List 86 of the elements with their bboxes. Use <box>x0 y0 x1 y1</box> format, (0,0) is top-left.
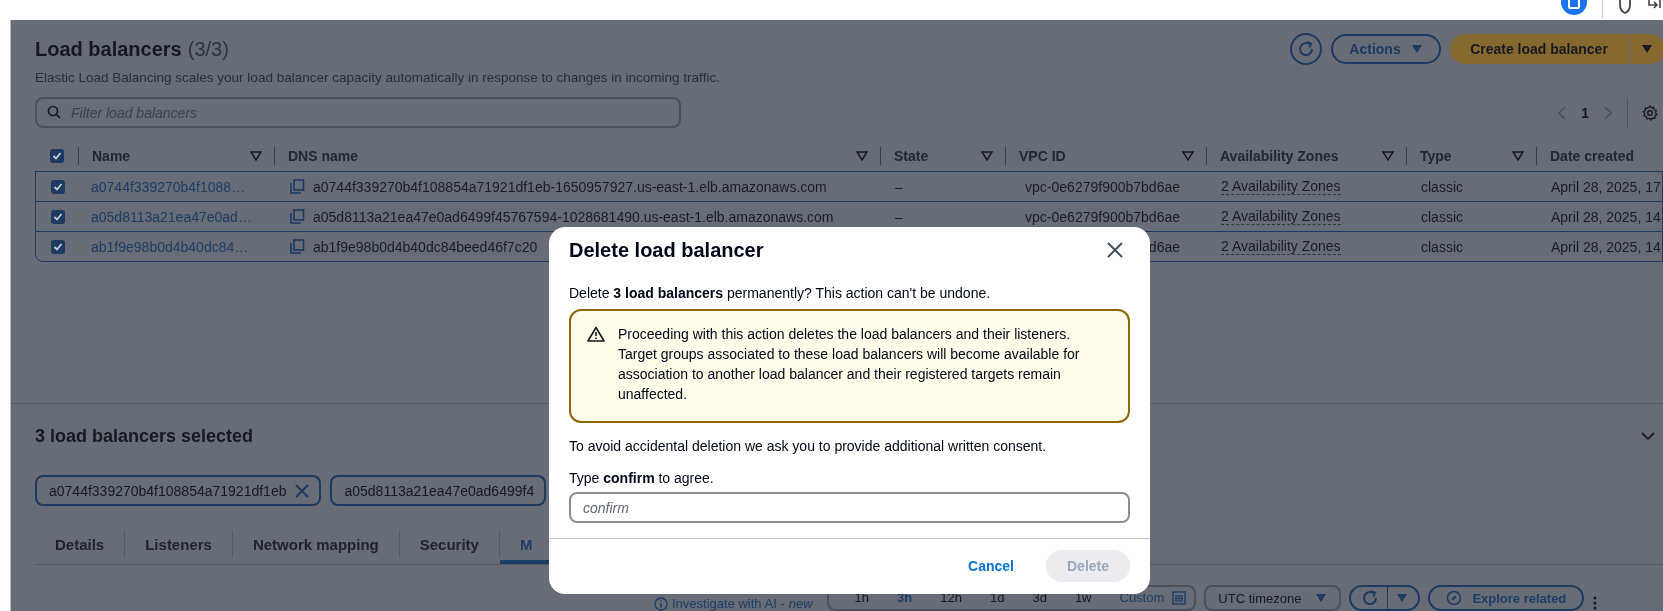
token-label: a05d8113a21ea47e0ad6499f4 <box>344 482 535 499</box>
caret-icon <box>1641 44 1653 54</box>
table-cell: – <box>895 208 903 225</box>
page-title: Load balancers <box>35 37 182 61</box>
load-balancer-link[interactable]: a0744f339270b4f1088… <box>91 178 246 195</box>
chevron-down-icon[interactable] <box>1640 431 1656 441</box>
calendar-icon <box>1172 591 1187 605</box>
consent-text: To avoid accidental deletion we ask you to provide additional written consent. <box>569 437 1048 456</box>
token-label: a0744f339270b4f108854a71921df1eb <box>49 482 287 499</box>
page-description: Elastic Load Balancing scales your load balancer capacity automatically in response to changes in incoming traffic. <box>35 69 721 87</box>
zones-link[interactable]: 2 Availability Zones <box>1221 208 1341 225</box>
zones-link[interactable]: 2 Availability Zones <box>1221 178 1341 195</box>
load-balancer-link[interactable]: a05d8113a21ea47e0ad… <box>91 208 252 225</box>
row-checkbox[interactable] <box>50 209 65 224</box>
table-cell: d6ae <box>1148 238 1180 255</box>
tab[interactable]: Network mapping <box>232 524 399 564</box>
confirm-prompt: Type confirm to agree. <box>569 469 715 488</box>
tab[interactable]: Listeners <box>125 524 232 564</box>
extension-icon[interactable] <box>1560 0 1588 16</box>
table-cell: classic <box>1421 178 1463 195</box>
time-range-option[interactable]: 1w <box>1060 591 1106 605</box>
investigate-link[interactable]: Investigate with AI - new <box>654 597 813 611</box>
sort-icon[interactable] <box>856 151 868 161</box>
item-count: (3/3) <box>187 37 229 61</box>
table-cell: a05d8113a21ea47e0ad6499f45767594-1028681490.us-east-1.elb.amazonaws.com <box>313 208 834 225</box>
sort-icon[interactable] <box>981 151 993 161</box>
page-number[interactable]: 1 <box>1581 104 1589 121</box>
column-header[interactable]: Availability Zones <box>1220 148 1339 164</box>
copy-icon[interactable] <box>289 178 305 195</box>
table-cell: vpc-0e6279f900b7bd6ae <box>1025 178 1180 195</box>
sort-icon[interactable] <box>1382 151 1394 161</box>
cancel-button[interactable]: Cancel <box>962 557 1020 575</box>
table-cell: April 28, 2025, 17 <box>1551 178 1661 195</box>
row-checkbox[interactable] <box>50 179 65 194</box>
caret-icon <box>1396 593 1409 603</box>
table-row[interactable]: a0744f339270b4f1088… a0744f339270b4f108854a71921df1eb-1650957927.us-east-1.elb.amazonaws.com – vpc-0e6279f900b7bd6ae 2 Availability Zones classic April 28, 2025, 17 <box>35 171 1663 202</box>
refresh-icon <box>1297 40 1315 58</box>
refresh-icon <box>1361 589 1380 607</box>
table-cell: classic <box>1421 208 1463 225</box>
table-cell: April 28, 2025, 14 <box>1551 238 1661 255</box>
select-all-checkbox[interactable] <box>49 149 64 163</box>
selection-title: 3 load balancers selected <box>35 425 254 447</box>
tab[interactable]: Security <box>399 524 499 564</box>
refresh-button[interactable] <box>1290 33 1322 65</box>
row-checkbox[interactable] <box>50 239 65 254</box>
table-cell: April 28, 2025, 14 <box>1551 208 1661 225</box>
caret-icon <box>1410 44 1423 54</box>
explore-related-button[interactable]: Explore related <box>1428 585 1585 611</box>
table-cell: – <box>895 178 903 195</box>
dropdown-button[interactable] <box>1628 34 1663 64</box>
column-header[interactable]: VPC ID <box>1019 148 1066 164</box>
info-icon <box>654 597 668 611</box>
timezone-dropdown[interactable]: UTC timezone <box>1204 585 1342 611</box>
warning-text: Proceeding with this action deletes the load balancers and their listeners. Target groups associated to these load balancers will become available for association to another load balancer and their registered targets remain unaffected. <box>618 325 1081 404</box>
table-cell: vpc-0e6279f900b7bd6ae <box>1025 208 1180 225</box>
column-header[interactable]: Name <box>92 148 131 164</box>
copy-icon[interactable] <box>289 208 305 225</box>
table-cell: classic <box>1421 238 1463 255</box>
load-balancer-link[interactable]: ab1f9e98b0d4b40dc84… <box>91 238 249 255</box>
copy-icon[interactable] <box>289 238 305 255</box>
close-icon[interactable] <box>1106 241 1124 259</box>
create-button[interactable]: Create load balancer <box>1450 34 1628 64</box>
search-icon <box>47 105 61 119</box>
shield-icon[interactable] <box>1617 0 1633 14</box>
refresh-split-button[interactable] <box>1349 585 1421 611</box>
confirm-field[interactable]: confirm <box>569 492 1130 523</box>
settings-icon[interactable] <box>1642 104 1658 121</box>
compass-icon <box>1446 590 1463 606</box>
column-header[interactable]: Type <box>1420 148 1452 164</box>
caret-icon <box>1315 593 1328 603</box>
custom-range-button[interactable]: Custom <box>1105 591 1189 605</box>
actions-button[interactable]: Actions <box>1331 34 1441 64</box>
sort-icon[interactable] <box>250 151 262 161</box>
sort-icon[interactable] <box>1512 151 1524 161</box>
tab[interactable]: Details <box>35 524 125 564</box>
zones-link[interactable]: 2 Availability Zones <box>1221 238 1341 255</box>
table-cell: a0744f339270b4f108854a71921df1eb-1650957927.us-east-1.elb.amazonaws.com <box>313 178 827 195</box>
table-cell: ab1f9e98b0d4b40dc84beed46f7c20 <box>313 238 538 255</box>
more-icon[interactable] <box>1592 595 1599 611</box>
dialog-message: Delete 3 load balancers permanently? This action can't be undone. <box>569 284 992 303</box>
column-header[interactable]: State <box>894 148 929 164</box>
dialog-title: Delete load balancer <box>569 238 764 262</box>
warning-icon <box>587 326 605 342</box>
column-header[interactable]: Date created <box>1550 148 1635 164</box>
sort-icon[interactable] <box>1182 151 1194 161</box>
column-header[interactable]: DNS name <box>288 148 359 164</box>
